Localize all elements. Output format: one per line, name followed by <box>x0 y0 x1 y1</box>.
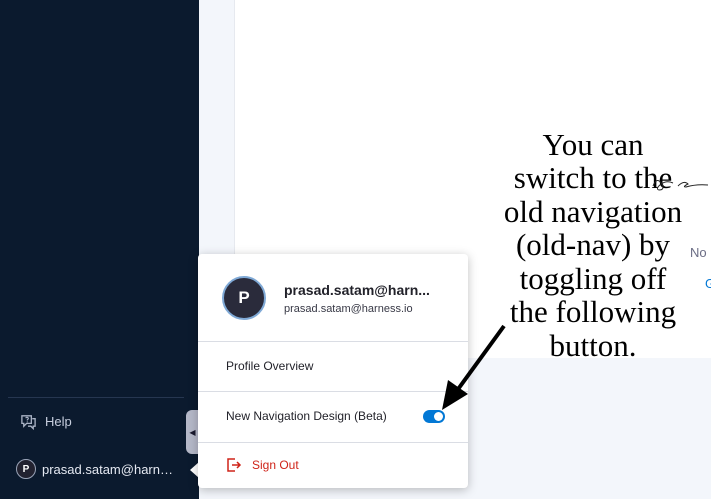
help-icon <box>21 414 36 430</box>
sidebar-user-item[interactable]: P prasad.satam@harne... <box>16 458 186 480</box>
sign-out-button[interactable]: Sign Out <box>226 457 299 473</box>
popover-header: P prasad.satam@harn... prasad.satam@harn… <box>222 276 444 320</box>
new-navigation-label: New Navigation Design (Beta) <box>226 409 387 423</box>
arrow-pointer <box>442 324 506 410</box>
avatar: P <box>16 459 36 479</box>
sign-out-label: Sign Out <box>252 458 299 472</box>
sidebar-help-item[interactable]: Help <box>20 410 72 432</box>
popover-username: prasad.satam@harn... <box>284 281 430 298</box>
chevron-left-icon: ◀ <box>189 427 196 437</box>
annotation-line: toggling off <box>519 260 667 296</box>
annotation-line: (old-nav) by <box>515 227 671 263</box>
sidebar-user-label: prasad.satam@harne... <box>42 461 177 477</box>
sidebar: Help P prasad.satam@harne... <box>0 0 199 499</box>
annotation-line: You can <box>542 127 644 162</box>
sidebar-help-label: Help <box>45 413 72 429</box>
scribble-mark <box>652 180 709 191</box>
sign-out-icon <box>227 458 242 472</box>
popover-avatar: P <box>222 276 266 320</box>
sidebar-divider <box>8 397 184 398</box>
profile-overview-link[interactable]: Profile Overview <box>226 359 313 373</box>
popover-divider <box>198 442 468 443</box>
